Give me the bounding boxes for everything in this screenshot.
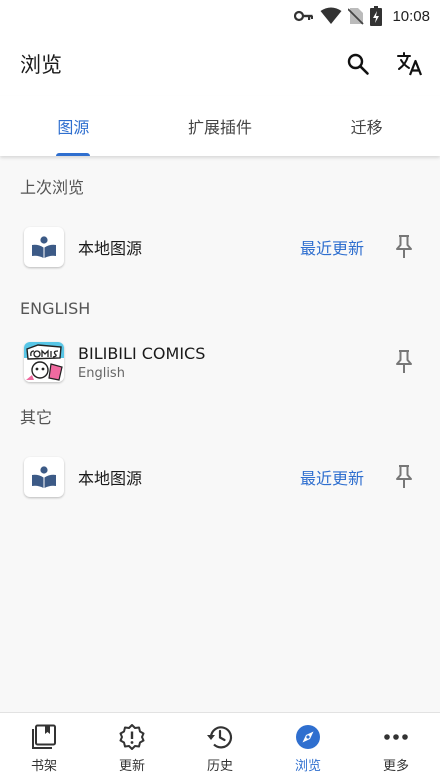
source-name: 本地图源 — [78, 239, 143, 258]
translate-button[interactable] — [388, 42, 432, 86]
translate-icon — [397, 52, 423, 76]
no-sim-icon — [348, 8, 365, 25]
tab-extensions[interactable]: 扩展插件 — [147, 96, 294, 156]
source-name: 本地图源 — [78, 469, 143, 488]
app-bar: 浏览 — [0, 32, 440, 96]
bilibili-comics-logo — [24, 342, 64, 382]
latest-button[interactable]: 最近更新 — [300, 465, 364, 489]
nav-browse[interactable]: 浏览 — [264, 713, 352, 782]
status-time: 10:08 — [392, 7, 430, 25]
pin-button[interactable] — [384, 227, 424, 267]
list-item-local-source-other[interactable]: 本地图源 最近更新 — [0, 438, 440, 516]
alert-badge-icon — [119, 723, 145, 750]
pin-button[interactable] — [384, 457, 424, 497]
nav-label: 书架 — [30, 758, 57, 774]
bottom-navigation: 书架 更新 历史 浏览 更多 — [0, 712, 440, 782]
search-icon — [347, 53, 369, 75]
bookshelf-icon — [32, 724, 56, 749]
section-header-english: ENGLISH — [20, 298, 91, 318]
pin-icon — [396, 235, 412, 258]
search-button[interactable] — [336, 42, 380, 86]
status-bar: 10:08 — [0, 0, 440, 32]
section-header-recent: 上次浏览 — [20, 178, 85, 197]
list-item-local-source-recent[interactable]: 本地图源 最近更新 — [0, 216, 440, 278]
tab-migrate[interactable]: 迁移 — [293, 96, 440, 156]
source-list: 上次浏览 本地图源 最近更新 ENGLISH BILIBILI COMICS E… — [0, 156, 440, 712]
latest-button[interactable]: 最近更新 — [300, 235, 364, 259]
nav-label: 浏览 — [294, 758, 321, 774]
nav-label: 更新 — [118, 758, 145, 774]
pin-button[interactable] — [384, 342, 424, 382]
vpn-key-icon — [294, 10, 314, 22]
source-thumbnail — [24, 457, 64, 497]
nav-more[interactable]: 更多 — [352, 713, 440, 782]
tab-bar: 图源 扩展插件 迁移 — [0, 96, 440, 156]
nav-label: 历史 — [206, 758, 233, 774]
nav-label: 更多 — [382, 758, 409, 774]
wifi-icon — [320, 7, 342, 24]
list-item-bilibili-comics[interactable]: BILIBILI COMICS English — [0, 330, 440, 394]
nav-library[interactable]: 书架 — [0, 713, 88, 782]
tab-sources[interactable]: 图源 — [0, 96, 147, 156]
battery-charging-icon — [370, 6, 383, 26]
pin-icon — [396, 465, 412, 488]
book-reader-icon — [32, 466, 56, 488]
source-thumbnail — [24, 342, 64, 382]
source-name: BILIBILI COMICS — [78, 343, 206, 363]
history-icon — [207, 725, 233, 748]
more-horiz-icon — [384, 733, 408, 740]
page-title: 浏览 — [20, 53, 62, 77]
nav-history[interactable]: 历史 — [176, 713, 264, 782]
compass-icon — [296, 724, 320, 749]
source-language: English — [78, 365, 125, 381]
nav-updates[interactable]: 更新 — [88, 713, 176, 782]
section-header-other: 其它 — [20, 408, 53, 427]
book-reader-icon — [32, 236, 56, 258]
source-thumbnail — [24, 227, 64, 267]
pin-icon — [396, 350, 412, 373]
